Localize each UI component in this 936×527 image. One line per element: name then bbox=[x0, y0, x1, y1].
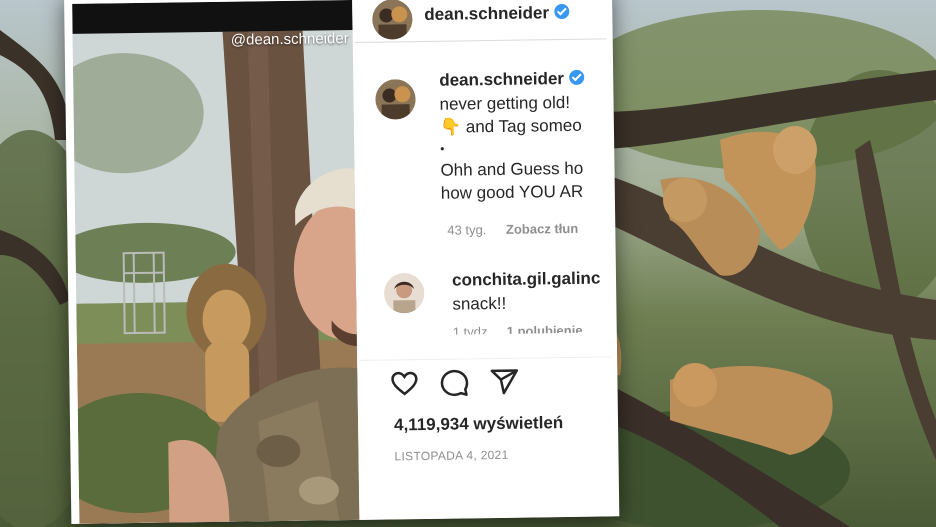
caption-line: Ohh and Guess ho bbox=[440, 158, 584, 180]
caption-username-text[interactable]: dean.schneider bbox=[439, 69, 564, 90]
send-icon[interactable] bbox=[489, 367, 519, 397]
comment-text: snack!! bbox=[452, 293, 507, 314]
caption-age: 43 tyg. bbox=[447, 222, 487, 238]
see-translation-link[interactable]: Zobacz tłun bbox=[506, 221, 578, 237]
verified-badge-icon bbox=[568, 69, 585, 85]
photo-watermark: @dean.schneider bbox=[230, 30, 349, 49]
heart-icon[interactable] bbox=[389, 368, 419, 398]
comment-age: 1 tydz. bbox=[452, 324, 492, 335]
instagram-post-card: @dean.schneider dean.schneider dean.schn… bbox=[64, 0, 620, 524]
commenter-username[interactable]: conchita.gil.galinc bbox=[452, 267, 601, 293]
caption-line: how good YOU AR bbox=[440, 181, 584, 203]
post-sidebar: dean.schneider dean.schneider never gett… bbox=[353, 0, 614, 520]
views-count[interactable]: 4,119,934 wyświetleń bbox=[394, 413, 563, 435]
post-date: LISTOPADA 4, 2021 bbox=[394, 447, 509, 464]
commenter-avatar-icon[interactable] bbox=[383, 273, 425, 314]
comment-meta: 1 tydz. 1 polubienie bbox=[453, 323, 583, 335]
post-photo-illustration bbox=[72, 0, 360, 524]
post-actions: 4,119,934 wyświetleń LISTOPADA 4, 2021 bbox=[359, 356, 614, 520]
caption-line: • bbox=[440, 141, 445, 156]
comment-likes[interactable]: 1 polubienie bbox=[507, 323, 583, 335]
comment-icon[interactable] bbox=[439, 367, 469, 397]
post-photo[interactable]: @dean.schneider bbox=[72, 0, 360, 524]
verified-badge-icon bbox=[553, 3, 570, 20]
caption-line: never getting old! bbox=[439, 92, 571, 114]
caption-username[interactable]: dean.schneider bbox=[439, 69, 585, 91]
post-header: dean.schneider bbox=[353, 0, 607, 43]
profile-avatar-icon[interactable] bbox=[372, 0, 413, 40]
caption-line: 👇 and Tag someo bbox=[439, 115, 582, 137]
caption-text: never getting old! 👇 and Tag someo • Ohh… bbox=[439, 91, 583, 205]
header-username-text[interactable]: dean.schneider bbox=[424, 3, 549, 24]
caption-avatar-icon[interactable] bbox=[375, 79, 416, 120]
header-username[interactable]: dean.schneider bbox=[424, 3, 570, 25]
comment: conchita.gil.galinc snack!! bbox=[452, 267, 601, 317]
photo-top-bar bbox=[72, 0, 353, 34]
caption-meta: 43 tyg. Zobacz tłun bbox=[447, 221, 578, 238]
